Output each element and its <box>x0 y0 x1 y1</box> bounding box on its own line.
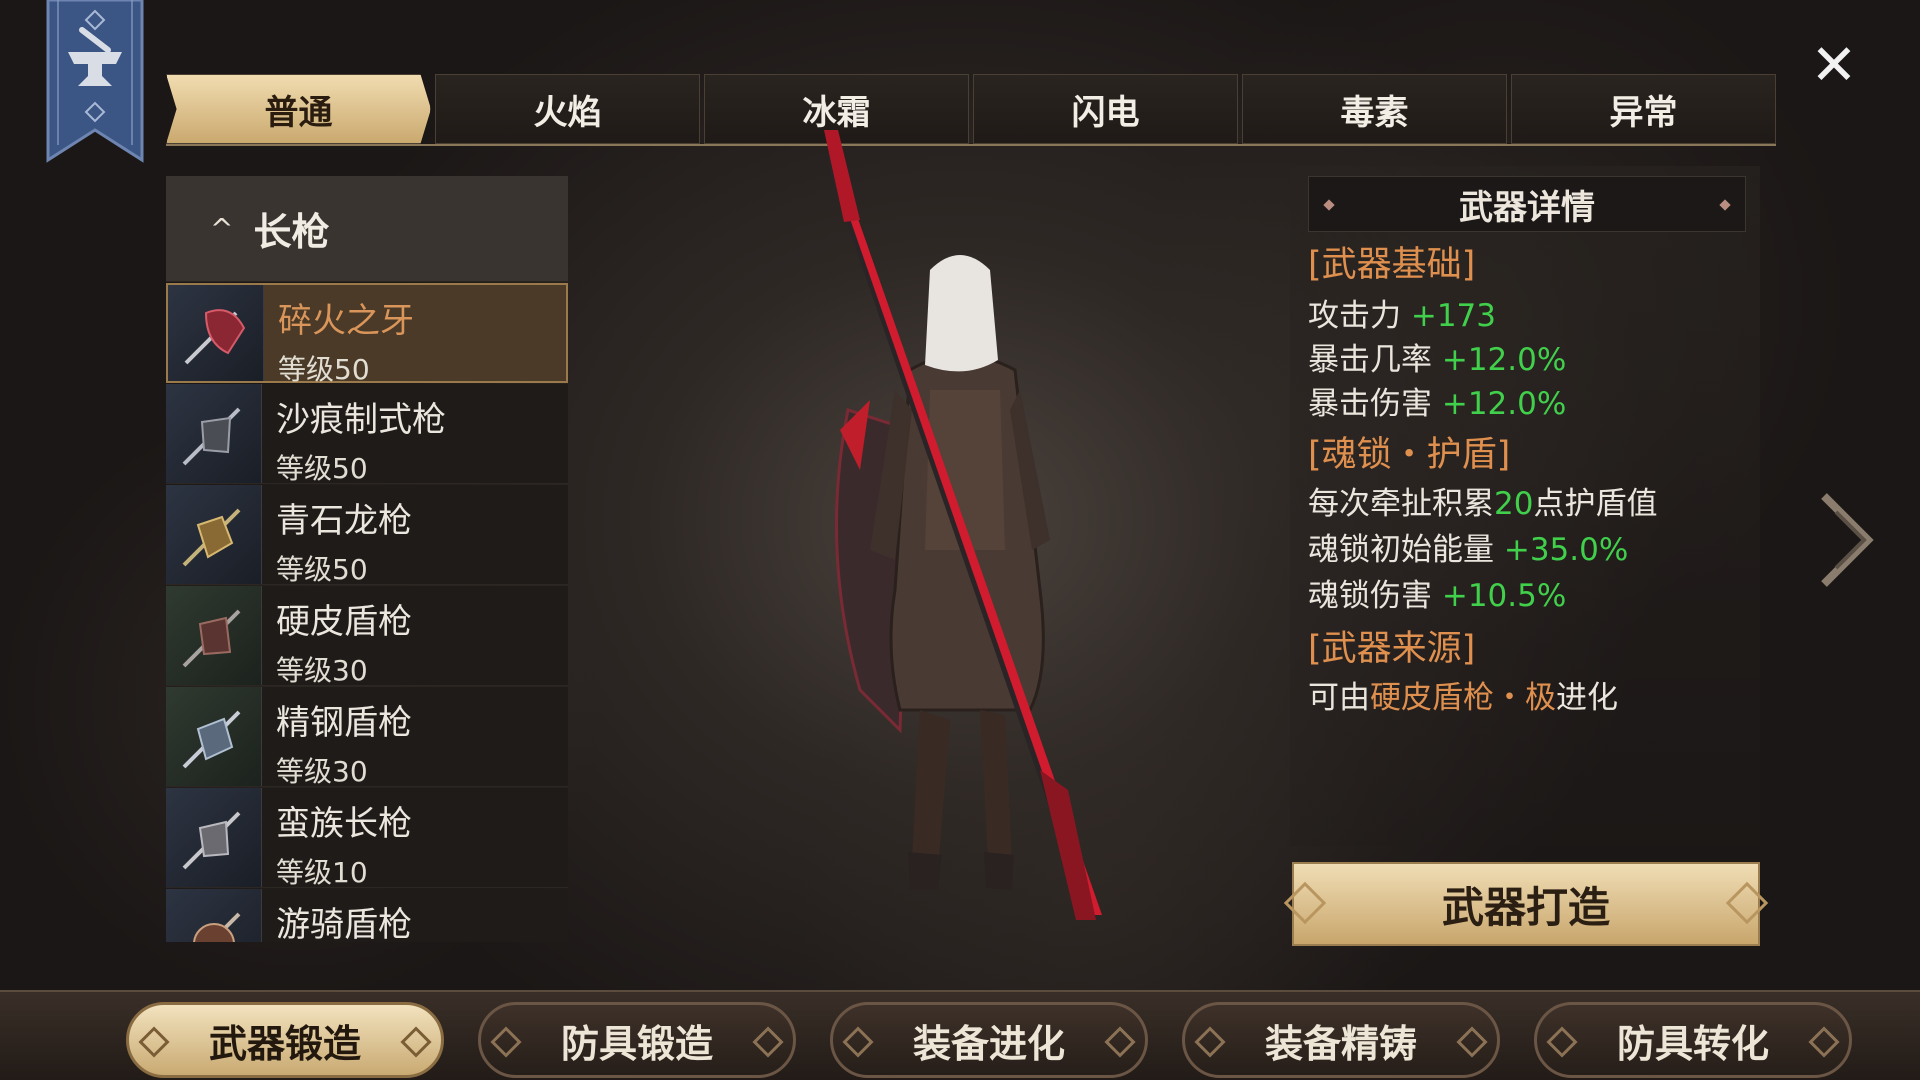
nav-weapon-forge[interactable]: 武器锻造 <box>126 1002 444 1078</box>
knot-ornament-icon <box>1456 1026 1488 1058</box>
tab-poison[interactable]: 毒素 <box>1242 74 1507 144</box>
weapon-thumbnail-icon <box>166 889 262 942</box>
weapon-item[interactable]: 蛮族长枪 等级10 <box>166 788 568 889</box>
tab-normal[interactable]: 普通 <box>166 74 431 144</box>
weapon-item[interactable]: 游骑盾枪 <box>166 889 568 942</box>
details-header: 武器详情 <box>1308 176 1746 232</box>
nav-label: 防具锻造 <box>560 1020 713 1066</box>
weapon-name: 蛮族长枪 <box>276 804 412 844</box>
details-title: 武器详情 <box>1459 187 1595 228</box>
weapon-item[interactable]: 青石龙枪 等级50 <box>166 485 568 586</box>
stat-label: 魂锁伤害 <box>1308 578 1432 614</box>
section-title-base: [武器基础] <box>1308 245 1476 285</box>
knot-ornament-icon <box>490 1026 522 1058</box>
stat-soul-damage: 魂锁伤害 +10.5% <box>1308 570 1566 615</box>
diamond-ornament-icon <box>1719 199 1731 211</box>
character-model[interactable] <box>800 130 1220 930</box>
nav-armor-convert[interactable]: 防具转化 <box>1534 1002 1852 1078</box>
knot-ornament-icon <box>752 1026 784 1058</box>
forge-weapon-button[interactable]: 武器打造 <box>1283 862 1769 946</box>
nav-equipment-evolve[interactable]: 装备进化 <box>830 1002 1148 1078</box>
source-text: 可由 <box>1308 680 1370 716</box>
weapon-thumbnail-icon <box>166 788 262 887</box>
weapon-details-panel: 武器详情 [武器基础] 攻击力 +173 暴击几率 +12.0% 暴击伤害 +1… <box>1290 166 1760 846</box>
stat-label: 每次牵扯积累 <box>1308 486 1494 522</box>
stat-attack: 攻击力 +173 <box>1308 290 1496 335</box>
knot-ornament-icon <box>1194 1026 1226 1058</box>
stat-value: +12.0% <box>1441 342 1567 378</box>
weapon-level: 等级30 <box>276 654 368 687</box>
knot-ornament-icon <box>1104 1026 1136 1058</box>
tab-fire[interactable]: 火焰 <box>435 74 700 144</box>
caret-up-icon: ^ <box>210 212 234 245</box>
weapon-name: 碎火之牙 <box>278 301 414 341</box>
stat-value: +12.0% <box>1441 386 1567 422</box>
weapon-name: 沙痕制式枪 <box>276 400 446 440</box>
stat-shield: 每次牵扯积累20点护盾值 <box>1308 478 1657 523</box>
weapon-source: 可由硬皮盾枪・极进化 <box>1308 672 1618 717</box>
category-title: 长枪 <box>253 210 330 254</box>
stat-crit-damage: 暴击伤害 +12.0% <box>1308 378 1566 423</box>
source-text: 进化 <box>1556 680 1618 716</box>
stat-soul-energy: 魂锁初始能量 +35.0% <box>1308 524 1628 569</box>
nav-armor-forge[interactable]: 防具锻造 <box>478 1002 796 1078</box>
stat-value: +35.0% <box>1503 532 1629 568</box>
weapon-item[interactable]: 硬皮盾枪 等级30 <box>166 586 568 687</box>
weapon-thumbnail-icon <box>166 586 262 685</box>
stat-value: +10.5% <box>1441 578 1567 614</box>
close-icon[interactable]: ✕ <box>1808 38 1860 94</box>
nav-label: 装备精铸 <box>1264 1020 1417 1066</box>
stat-crit-rate: 暴击几率 +12.0% <box>1308 334 1566 379</box>
weapon-name: 游骑盾枪 <box>276 905 412 942</box>
stat-label: 暴击伤害 <box>1308 386 1432 422</box>
knot-ornament-icon <box>138 1026 170 1058</box>
weapon-item[interactable]: 碎火之牙 等级50 <box>166 283 568 386</box>
stat-value: 20 <box>1494 486 1534 522</box>
nav-equipment-refine[interactable]: 装备精铸 <box>1182 1002 1500 1078</box>
knot-ornament-icon <box>1808 1026 1840 1058</box>
weapon-name: 青石龙枪 <box>276 501 412 541</box>
stat-label: 点护盾值 <box>1533 486 1658 522</box>
weapon-level: 等级10 <box>276 856 368 889</box>
weapon-level: 等级30 <box>276 755 368 788</box>
knot-ornament-icon <box>842 1026 874 1058</box>
nav-label: 防具转化 <box>1616 1020 1769 1066</box>
weapon-name: 硬皮盾枪 <box>276 602 412 642</box>
weapon-item[interactable]: 精钢盾枪 等级30 <box>166 687 568 788</box>
section-title-soul: [魂锁・护盾] <box>1308 435 1511 475</box>
weapon-name: 精钢盾枪 <box>276 703 412 743</box>
weapon-thumbnail-icon <box>166 485 262 584</box>
diamond-ornament-icon <box>1323 199 1335 211</box>
weapon-level: 等级50 <box>278 353 370 386</box>
tab-abnormal[interactable]: 异常 <box>1511 74 1776 144</box>
nav-label: 武器锻造 <box>208 1020 361 1066</box>
weapon-thumbnail-icon <box>168 285 264 381</box>
stat-label: 暴击几率 <box>1308 342 1432 378</box>
weapon-list-panel: ^ 长枪 碎火之牙 等级50 沙痕制式枪 等级50 青石龙枪 等级50 硬皮盾枪… <box>166 176 568 942</box>
weapon-level: 等级50 <box>276 553 368 586</box>
source-item-link[interactable]: 硬皮盾枪・极 <box>1370 680 1556 716</box>
knot-ornament-icon <box>1546 1026 1578 1058</box>
category-header[interactable]: ^ 长枪 <box>166 176 568 282</box>
weapon-level: 等级50 <box>276 452 368 485</box>
weapon-thumbnail-icon <box>166 687 262 786</box>
forge-button-label: 武器打造 <box>1441 882 1610 932</box>
anvil-banner-icon <box>46 0 144 175</box>
weapon-thumbnail-icon <box>166 384 262 483</box>
stat-value: +173 <box>1410 298 1497 334</box>
weapon-item[interactable]: 沙痕制式枪 等级50 <box>166 384 568 485</box>
stat-label: 魂锁初始能量 <box>1308 532 1494 568</box>
section-title-source: [武器来源] <box>1308 629 1476 669</box>
stat-label: 攻击力 <box>1308 298 1401 334</box>
knot-ornament-icon <box>400 1026 432 1058</box>
chevron-right-icon[interactable] <box>1818 490 1874 590</box>
nav-label: 装备进化 <box>912 1020 1065 1066</box>
